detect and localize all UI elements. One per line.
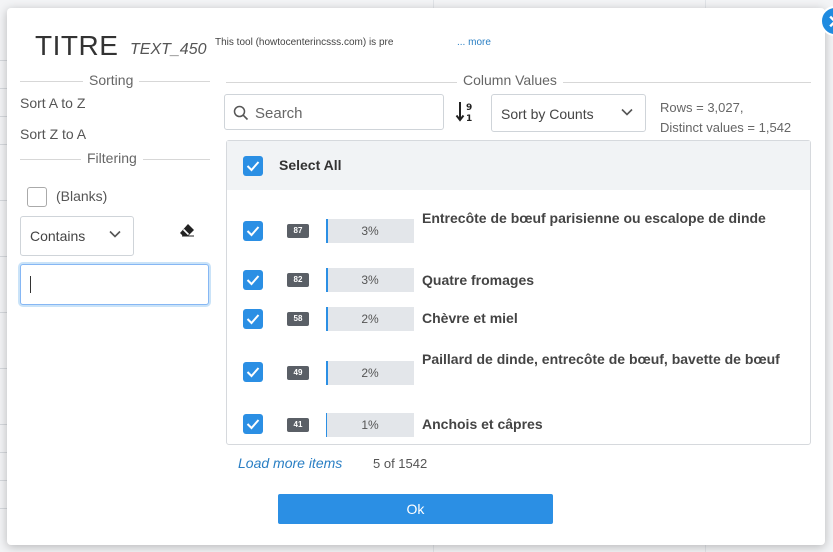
- values-list: Select All 87 3% Entrecôte de bœuf paris…: [226, 140, 811, 445]
- sort-by-select[interactable]: Sort by Counts: [491, 94, 646, 132]
- blanks-label: (Blanks): [56, 188, 108, 204]
- blanks-checkbox[interactable]: [27, 187, 47, 207]
- item-checkbox[interactable]: [243, 309, 263, 329]
- count-badge: 87: [287, 224, 309, 238]
- svg-text:9: 9: [466, 103, 472, 113]
- list-item[interactable]: 41 1% Anchois et câpres: [227, 408, 810, 438]
- filtering-header: Filtering: [81, 150, 143, 166]
- search-input[interactable]: Search: [224, 94, 444, 130]
- condition-select-value: Contains: [30, 228, 86, 244]
- search-placeholder: Search: [255, 105, 303, 122]
- percent-label: 1%: [361, 418, 379, 432]
- column-id: TEXT_450: [130, 41, 207, 58]
- close-button[interactable]: ✕: [820, 6, 833, 36]
- item-checkbox[interactable]: [243, 414, 263, 434]
- ok-button[interactable]: Ok: [278, 494, 553, 524]
- page-count: 5 of 1542: [373, 456, 428, 471]
- percent-bar: 3%: [326, 219, 414, 243]
- percent-label: 2%: [361, 312, 379, 326]
- item-label: Quatre fromages: [422, 272, 535, 288]
- chevron-down-icon: [107, 226, 123, 245]
- sort-numeric-desc-icon[interactable]: 9 1: [455, 100, 475, 129]
- item-label: Paillard de dinde, entrecôte de bœuf, ba…: [422, 351, 780, 367]
- sort-z-to-a[interactable]: Sort Z to A: [20, 126, 86, 142]
- search-icon: [233, 105, 249, 126]
- svg-text:1: 1: [466, 114, 472, 124]
- percent-bar: 1%: [326, 413, 414, 437]
- count-badge: 49: [287, 366, 309, 380]
- eraser-icon[interactable]: [179, 223, 195, 242]
- item-label: Entrecôte de bœuf parisienne ou escalope…: [422, 210, 766, 226]
- percent-label: 2%: [361, 366, 379, 380]
- filter-dialog: ✕ TITRE TEXT_450 This tool (howtocenteri…: [7, 6, 833, 545]
- item-label: Anchois et câpres: [422, 416, 543, 432]
- percent-bar: 3%: [326, 268, 414, 292]
- percent-label: 3%: [361, 273, 379, 287]
- more-link[interactable]: ... more: [457, 37, 491, 48]
- rows-count: Rows = 3,027,: [660, 100, 744, 115]
- sort-a-to-z[interactable]: Sort A to Z: [20, 95, 85, 111]
- list-item[interactable]: 49 2% Paillard de dinde, entrecôte de bœ…: [227, 346, 810, 396]
- load-more-link[interactable]: Load more items: [238, 455, 342, 471]
- sort-by-select-value: Sort by Counts: [501, 106, 594, 122]
- item-checkbox[interactable]: [243, 270, 263, 290]
- list-item[interactable]: 58 2% Chèvre et miel: [227, 304, 810, 334]
- distinct-count: Distinct values = 1,542: [660, 120, 792, 135]
- dialog-title: TITRE: [35, 30, 119, 61]
- condition-select[interactable]: Contains: [20, 216, 134, 256]
- item-label: Chèvre et miel: [422, 310, 518, 326]
- count-badge: 82: [287, 273, 309, 287]
- list-item[interactable]: 87 3% Entrecôte de bœuf parisienne ou es…: [227, 207, 810, 255]
- column-description: This tool (howtocenterincsss.com) is pre: [215, 37, 394, 48]
- chevron-down-icon: [619, 104, 635, 123]
- text-caret: [30, 276, 31, 293]
- count-badge: 58: [287, 312, 309, 326]
- filter-value-input[interactable]: [20, 264, 209, 305]
- count-badge: 41: [287, 418, 309, 432]
- column-values-header: Column Values: [457, 72, 563, 88]
- percent-bar: 2%: [326, 361, 414, 385]
- item-checkbox[interactable]: [243, 221, 263, 241]
- sorting-header: Sorting: [83, 72, 140, 88]
- list-item[interactable]: 82 3% Quatre fromages: [227, 266, 810, 296]
- close-icon: ✕: [827, 12, 833, 32]
- percent-bar: 2%: [326, 307, 414, 331]
- select-all-label: Select All: [279, 157, 342, 173]
- percent-label: 3%: [361, 224, 379, 238]
- rows-info: Rows = 3,027, Distinct values = 1,542: [660, 98, 791, 138]
- select-all-checkbox[interactable]: [243, 156, 263, 176]
- select-all-row[interactable]: Select All: [227, 141, 810, 190]
- item-checkbox[interactable]: [243, 362, 263, 382]
